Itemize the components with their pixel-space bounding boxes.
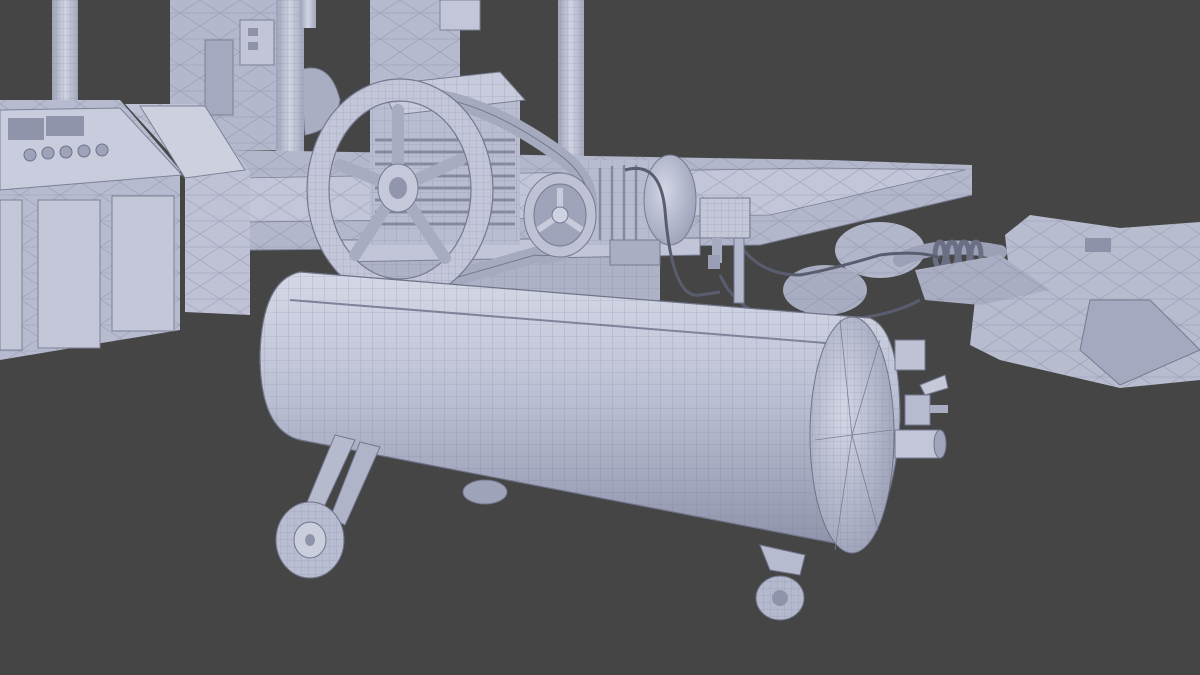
steel-column <box>558 0 584 165</box>
caster-wheel <box>755 544 806 621</box>
steel-column <box>52 0 78 105</box>
air-tank <box>259 271 901 554</box>
pipe-fittings <box>894 339 949 459</box>
wireframe-render-viewport <box>0 0 1200 675</box>
control-console <box>0 100 250 360</box>
motor-pulley <box>523 172 597 258</box>
wheel <box>275 501 345 579</box>
steel-column <box>300 0 316 28</box>
